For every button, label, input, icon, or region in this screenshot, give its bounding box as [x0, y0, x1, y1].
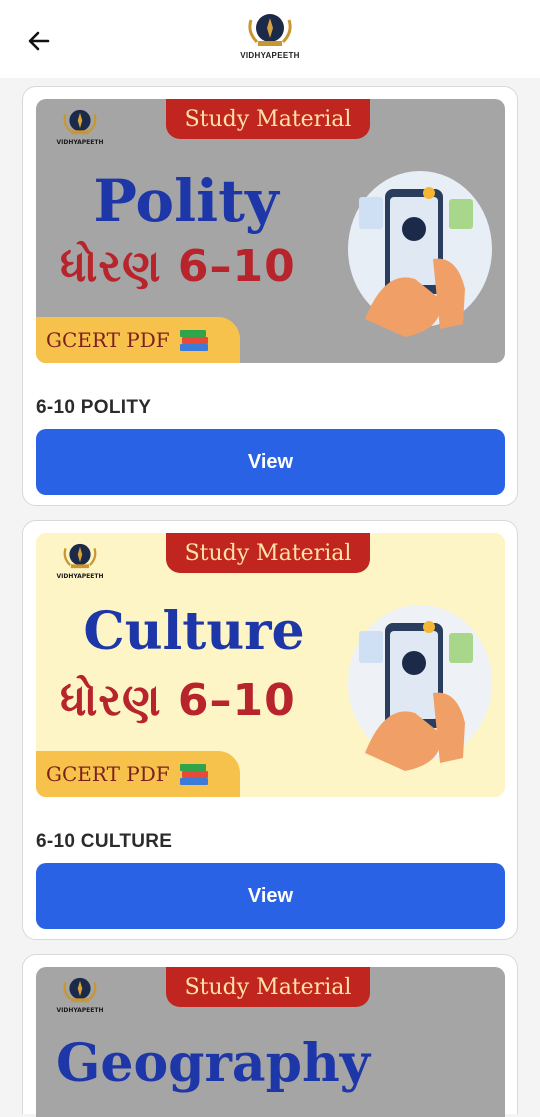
app-logo: VIDHYAPEETH — [239, 10, 301, 66]
subject-heading: Geography — [56, 1033, 371, 1094]
laurel-logo-icon — [63, 977, 97, 1003]
material-card: VIDHYAPEETH Study Material Geography — [22, 954, 518, 1117]
banner-logo-text: VIDHYAPEETH — [56, 1007, 104, 1014]
card-banner: VIDHYAPEETH Study Material Culture ધોરણ … — [36, 533, 505, 797]
banner-logo-text: VIDHYAPEETH — [56, 139, 104, 146]
study-material-pill: Study Material — [166, 967, 370, 1007]
banner-logo: VIDHYAPEETH — [56, 973, 104, 1019]
gcert-badge: GCERT PDF — [36, 317, 240, 363]
subject-heading: Culture — [83, 601, 305, 662]
books-icon — [179, 330, 208, 351]
card-title: 6-10 POLITY — [36, 397, 152, 418]
card-title: 6-10 CULTURE — [36, 831, 173, 852]
banner-logo: VIDHYAPEETH — [56, 539, 104, 585]
phone-illustration-icon — [348, 605, 492, 771]
study-material-pill: Study Material — [166, 99, 370, 139]
material-card: VIDHYAPEETH Study Material Culture ધોરણ … — [22, 520, 518, 940]
subject-heading: Polity — [93, 167, 279, 235]
back-button[interactable] — [22, 24, 56, 58]
card-banner: VIDHYAPEETH Study Material Geography — [36, 967, 505, 1117]
books-icon — [179, 764, 208, 785]
gcert-label: GCERT PDF — [46, 328, 170, 352]
study-material-pill: Study Material — [166, 533, 370, 573]
gcert-badge: GCERT PDF — [36, 751, 240, 797]
card-banner: VIDHYAPEETH Study Material Polity ધોરણ 6… — [36, 99, 505, 363]
gcert-label: GCERT PDF — [46, 762, 170, 786]
laurel-logo-icon — [63, 109, 97, 135]
app-bar: VIDHYAPEETH — [0, 0, 540, 78]
material-card: VIDHYAPEETH Study Material Polity ધોરણ 6… — [22, 86, 518, 506]
grade-heading: ધોરણ 6–10 — [60, 675, 296, 726]
banner-logo: VIDHYAPEETH — [56, 105, 104, 151]
view-button[interactable]: View — [36, 863, 505, 929]
logo-brand-text: VIDHYAPEETH — [240, 51, 300, 60]
laurel-logo-icon — [63, 543, 97, 569]
grade-heading: ધોરણ 6–10 — [60, 241, 296, 292]
view-button[interactable]: View — [36, 429, 505, 495]
banner-logo-text: VIDHYAPEETH — [56, 573, 104, 580]
arrow-left-icon — [28, 31, 50, 51]
laurel-logo-icon — [248, 14, 292, 46]
phone-illustration-icon — [348, 171, 492, 337]
